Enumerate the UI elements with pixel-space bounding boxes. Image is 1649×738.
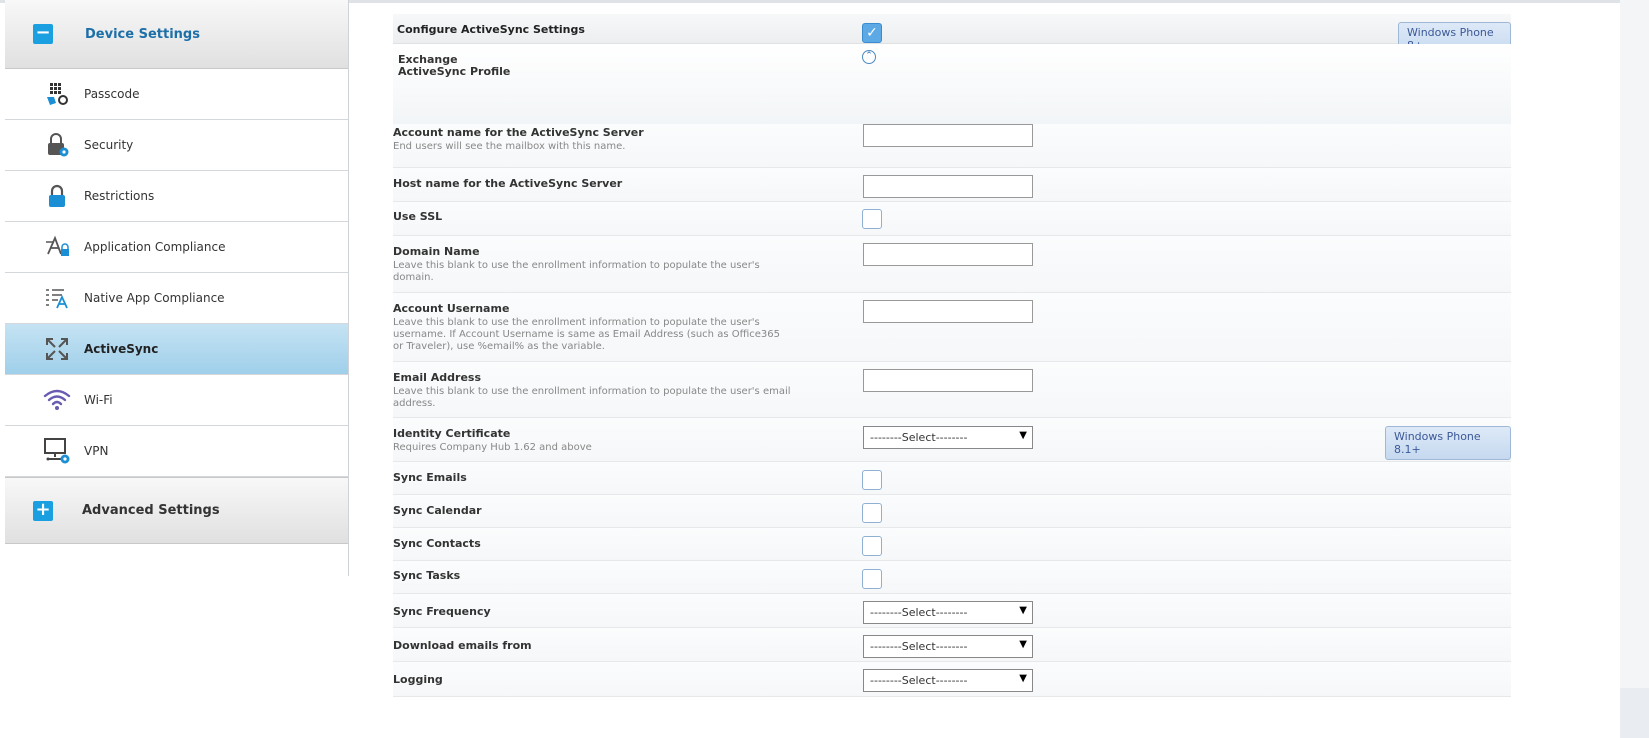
domain-name-input[interactable] <box>863 243 1033 266</box>
identity-certificate-select[interactable]: --------Select-------- ▼ <box>863 426 1033 449</box>
app-compliance-icon <box>42 232 72 262</box>
sync-frequency-label: Sync Frequency <box>393 605 491 618</box>
sidebar-item-label: Passcode <box>84 87 140 101</box>
sync-emails-label: Sync Emails <box>393 471 467 484</box>
select-value: --------Select-------- <box>870 431 968 444</box>
wifi-icon <box>42 385 72 415</box>
account-username-row: Account Username Leave this blank to use… <box>393 293 1511 362</box>
passcode-icon <box>42 79 72 109</box>
configure-activesync-checkbox[interactable]: ✓ <box>862 23 882 43</box>
lock-icon <box>42 181 72 211</box>
use-ssl-label: Use SSL <box>393 210 443 223</box>
identity-certificate-label: Identity Certificate <box>393 427 511 440</box>
account-username-help: Leave this blank to use the enrollment i… <box>393 317 780 352</box>
host-name-row: Host name for the ActiveSync Server <box>393 168 1511 202</box>
identity-certificate-help: Requires Company Hub 1.62 and above <box>393 442 592 453</box>
email-address-input[interactable] <box>863 369 1033 392</box>
activesync-icon <box>42 334 72 364</box>
host-name-label: Host name for the ActiveSync Server <box>393 177 623 190</box>
dropdown-arrow-icon: ▼ <box>1019 430 1027 441</box>
sync-calendar-label: Sync Calendar <box>393 504 482 517</box>
native-app-compliance-icon <box>42 283 72 313</box>
sidebar-item-label: Security <box>84 138 134 152</box>
sync-emails-row: Sync Emails <box>393 462 1511 495</box>
sidebar-item-security[interactable]: Security <box>5 120 348 171</box>
vpn-icon <box>42 436 72 466</box>
sidebar-item-passcode[interactable]: Passcode <box>5 69 348 120</box>
account-name-label: Account name for the ActiveSync Server <box>393 126 644 139</box>
sync-calendar-row: Sync Calendar <box>393 495 1511 528</box>
sync-tasks-label: Sync Tasks <box>393 569 461 582</box>
settings-sidebar: − Device Settings Passcode Security Rest… <box>5 0 349 576</box>
sync-calendar-checkbox[interactable] <box>862 503 882 523</box>
sidebar-item-restrictions[interactable]: Restrictions <box>5 171 348 222</box>
email-address-row: Email Address Leave this blank to use th… <box>393 362 1511 418</box>
exchange-profile-section: Exchange ActiveSync Profile ⌃ <box>393 44 1511 124</box>
sidebar-item-label: ActiveSync <box>84 342 159 356</box>
sidebar-item-activesync[interactable]: ActiveSync <box>5 324 348 375</box>
sync-frequency-select[interactable]: --------Select-------- ▼ <box>863 601 1033 624</box>
sidebar-item-label: Application Compliance <box>84 240 226 254</box>
sync-emails-checkbox[interactable] <box>862 470 882 490</box>
device-settings-header[interactable]: − Device Settings <box>5 0 348 69</box>
sidebar-item-label: Restrictions <box>84 189 155 203</box>
use-ssl-checkbox[interactable] <box>862 209 882 229</box>
logging-select[interactable]: --------Select-------- ▼ <box>863 669 1033 692</box>
dropdown-arrow-icon: ▼ <box>1019 639 1027 650</box>
select-value: --------Select-------- <box>870 674 968 687</box>
account-name-input[interactable] <box>863 124 1033 147</box>
security-icon <box>42 130 72 160</box>
sync-tasks-row: Sync Tasks <box>393 561 1511 594</box>
sync-contacts-row: Sync Contacts <box>393 528 1511 561</box>
logging-label: Logging <box>393 673 443 686</box>
domain-name-row: Domain Name Leave this blank to use the … <box>393 236 1511 293</box>
configure-activesync-label: Configure ActiveSync Settings <box>397 23 585 36</box>
account-username-label: Account Username <box>393 302 510 315</box>
account-username-input[interactable] <box>863 300 1033 323</box>
logging-row: Logging --------Select-------- ▼ <box>393 662 1511 697</box>
dropdown-arrow-icon: ▼ <box>1019 605 1027 616</box>
sync-contacts-checkbox[interactable] <box>862 536 882 556</box>
domain-name-label: Domain Name <box>393 245 480 258</box>
advanced-settings-header[interactable]: + Advanced Settings <box>5 477 348 544</box>
collapse-section-icon[interactable]: ⌃ <box>862 50 876 64</box>
activesync-form: Configure ActiveSync Settings ✓ Windows … <box>393 14 1511 697</box>
account-name-row: Account name for the ActiveSync Server E… <box>393 124 1511 168</box>
use-ssl-row: Use SSL <box>393 202 1511 236</box>
collapse-icon[interactable]: − <box>33 24 53 44</box>
sidebar-item-label: Native App Compliance <box>84 291 225 305</box>
domain-name-help: Leave this blank to use the enrollment i… <box>393 260 760 283</box>
configure-activesync-row: Configure ActiveSync Settings ✓ Windows … <box>393 14 1511 56</box>
download-emails-row: Download emails from --------Select-----… <box>393 628 1511 662</box>
sync-tasks-checkbox[interactable] <box>862 569 882 589</box>
exchange-profile-label: Exchange ActiveSync Profile <box>398 53 511 78</box>
sidebar-item-label: VPN <box>84 444 109 458</box>
sidebar-item-application-compliance[interactable]: Application Compliance <box>5 222 348 273</box>
sidebar-item-label: Wi-Fi <box>84 393 113 407</box>
download-emails-label: Download emails from <box>393 639 532 652</box>
advanced-settings-title: Advanced Settings <box>82 503 220 518</box>
sidebar-item-native-app-compliance[interactable]: Native App Compliance <box>5 273 348 324</box>
sync-contacts-label: Sync Contacts <box>393 537 481 550</box>
device-settings-title: Device Settings <box>85 26 200 42</box>
identity-certificate-row: Identity Certificate Requires Company Hu… <box>393 418 1511 462</box>
page-scroll-gutter <box>1620 0 1649 738</box>
email-address-label: Email Address <box>393 371 482 384</box>
account-name-help: End users will see the mailbox with this… <box>393 141 626 152</box>
sidebar-item-vpn[interactable]: VPN <box>5 426 348 477</box>
host-name-input[interactable] <box>863 175 1033 198</box>
email-address-help: Leave this blank to use the enrollment i… <box>393 386 791 409</box>
select-value: --------Select-------- <box>870 640 968 653</box>
download-emails-select[interactable]: --------Select-------- ▼ <box>863 635 1033 658</box>
sidebar-item-wifi[interactable]: Wi-Fi <box>5 375 348 426</box>
sync-frequency-row: Sync Frequency --------Select-------- ▼ <box>393 594 1511 628</box>
select-value: --------Select-------- <box>870 606 968 619</box>
dropdown-arrow-icon: ▼ <box>1019 673 1027 684</box>
windows-phone-81-badge: Windows Phone 8.1+ <box>1385 426 1511 460</box>
expand-icon[interactable]: + <box>33 500 53 521</box>
